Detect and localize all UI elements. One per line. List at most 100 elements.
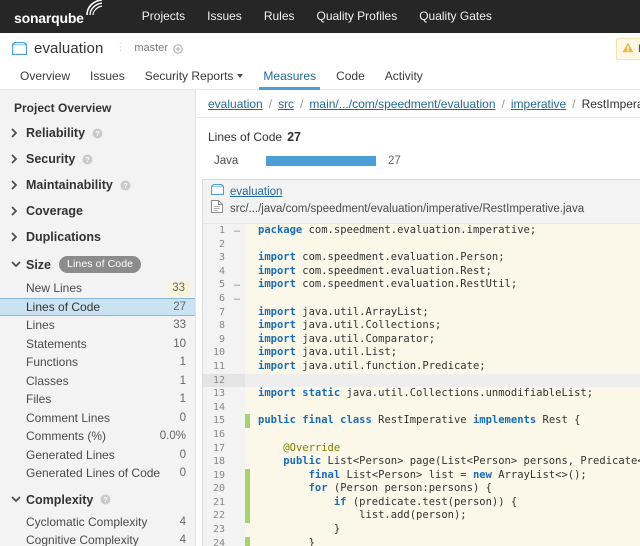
code-line[interactable]: 8import java.util.Collections; <box>203 319 640 333</box>
sonarqube-logo[interactable]: sonarqube <box>14 7 105 26</box>
code-line[interactable]: 3import com.speedment.evaluation.Person; <box>203 251 640 265</box>
line-number[interactable]: 10 <box>203 346 229 360</box>
nav-item-quality-profiles[interactable]: Quality Profiles <box>306 0 409 33</box>
help-icon[interactable]: ? <box>100 494 111 505</box>
nav-item-quality-gates[interactable]: Quality Gates <box>408 0 503 33</box>
line-number[interactable]: 9 <box>203 333 229 347</box>
breadcrumb-item-src[interactable]: src <box>278 97 294 111</box>
line-number[interactable]: 3 <box>203 251 229 265</box>
sidebar-group-coverage[interactable]: Coverage <box>0 198 195 224</box>
sidebar-item-lines[interactable]: Lines 33 <box>0 316 195 335</box>
breadcrumb-item-evaluation[interactable]: evaluation <box>208 97 263 111</box>
code-line[interactable]: 19 final List<Person> list = new ArrayLi… <box>203 469 640 483</box>
tab-activity[interactable]: Activity <box>375 69 433 89</box>
code-line[interactable]: 2 <box>203 238 640 252</box>
branch-icon[interactable] <box>173 43 183 53</box>
sidebar-item-generated-lines-of-code[interactable]: Generated Lines of Code 0 <box>0 464 195 483</box>
sidebar-item-classes[interactable]: Classes 1 <box>0 372 195 391</box>
code-line[interactable]: 21 if (predicate.test(person)) { <box>203 496 640 510</box>
sidebar-item-files[interactable]: Files 1 <box>0 390 195 409</box>
nav-item-issues[interactable]: Issues <box>196 0 253 33</box>
line-number[interactable]: 17 <box>203 442 229 456</box>
sidebar-item-lines-of-code[interactable]: Lines of Code 27 <box>0 298 195 317</box>
code-line[interactable]: 10import java.util.List; <box>203 346 640 360</box>
status-badge[interactable]: L <box>616 38 640 60</box>
scm-ellipsis-icon[interactable]: … <box>229 278 245 292</box>
sidebar-item-statements[interactable]: Statements 10 <box>0 335 195 354</box>
sidebar-item-cognitive-complexity[interactable]: Cognitive Complexity 4 <box>0 531 195 546</box>
nav-item-projects[interactable]: Projects <box>131 0 196 33</box>
line-number[interactable]: 16 <box>203 428 229 442</box>
tab-overview[interactable]: Overview <box>10 69 80 89</box>
sidebar-item-functions[interactable]: Functions 1 <box>0 353 195 372</box>
line-number[interactable]: 8 <box>203 319 229 333</box>
code-line[interactable]: 18 public List<Person> page(List<Person>… <box>203 455 640 469</box>
code-line[interactable]: 13import static java.util.Collections.un… <box>203 387 640 401</box>
sidebar-group-complexity[interactable]: Complexity ? <box>0 483 195 513</box>
sidebar-item-cyclomatic-complexity[interactable]: Cyclomatic Complexity 4 <box>0 513 195 532</box>
line-number[interactable]: 23 <box>203 523 229 537</box>
tab-security-reports[interactable]: Security Reports <box>135 69 254 89</box>
code-line[interactable]: 1…package com.speedment.evaluation.imper… <box>203 224 640 238</box>
sidebar-item-comments-percent[interactable]: Comments (%) 0.0% <box>0 427 195 446</box>
nav-item-rules[interactable]: Rules <box>253 0 306 33</box>
sidebar-group-reliability[interactable]: Reliability ? <box>0 120 195 146</box>
code-line[interactable]: 14 <box>203 401 640 415</box>
breadcrumb-item-imperative[interactable]: imperative <box>511 97 566 111</box>
code-line[interactable]: 16 <box>203 428 640 442</box>
sidebar-item-comment-lines[interactable]: Comment Lines 0 <box>0 409 195 428</box>
line-number[interactable]: 21 <box>203 496 229 510</box>
line-number[interactable]: 4 <box>203 265 229 279</box>
line-number[interactable]: 24 <box>203 537 229 546</box>
project-name[interactable]: evaluation <box>34 40 103 57</box>
source-project-link[interactable]: evaluation <box>230 185 282 200</box>
line-number[interactable]: 14 <box>203 401 229 415</box>
code-line[interactable]: 22 list.add(person); <box>203 509 640 523</box>
help-icon[interactable]: ? <box>82 154 93 165</box>
line-number[interactable]: 20 <box>203 482 229 496</box>
code-line[interactable]: 7import java.util.ArrayList; <box>203 306 640 320</box>
scm-ellipsis-icon[interactable]: … <box>229 224 245 238</box>
tab-measures[interactable]: Measures <box>253 69 326 89</box>
sidebar-group-duplications[interactable]: Duplications <box>0 224 195 250</box>
tab-issues[interactable]: Issues <box>80 69 135 89</box>
code-line[interactable]: 9import java.util.Comparator; <box>203 333 640 347</box>
line-number[interactable]: 13 <box>203 387 229 401</box>
line-number[interactable]: 22 <box>203 509 229 523</box>
source-file-path[interactable]: src/.../java/com/speedment/evaluation/im… <box>230 202 584 217</box>
sidebar-group-size[interactable]: Size Lines of Code <box>0 250 195 279</box>
code-line[interactable]: 23 } <box>203 523 640 537</box>
tab-code[interactable]: Code <box>326 69 375 89</box>
sidebar-title[interactable]: Project Overview <box>0 98 195 120</box>
code-line[interactable]: 20 for (Person person:persons) { <box>203 482 640 496</box>
line-number[interactable]: 19 <box>203 469 229 483</box>
code-line[interactable]: 17 @Override <box>203 442 640 456</box>
code-line[interactable]: 11import java.util.function.Predicate; <box>203 360 640 374</box>
code-line[interactable]: 4import com.speedment.evaluation.Rest; <box>203 265 640 279</box>
code-line[interactable]: 12 <box>203 374 640 388</box>
sidebar-group-security[interactable]: Security ? <box>0 146 195 172</box>
sidebar-item-new-lines[interactable]: New Lines 33 <box>0 279 195 298</box>
code-line[interactable]: 15public final class RestImperative impl… <box>203 414 640 428</box>
breadcrumb-item-main-path[interactable]: main/.../com/speedment/evaluation <box>309 97 495 111</box>
line-number[interactable]: 7 <box>203 306 229 320</box>
line-number[interactable]: 11 <box>203 360 229 374</box>
branch-name[interactable]: master <box>134 42 168 54</box>
sidebar-group-maintainability[interactable]: Maintainability ? <box>0 172 195 198</box>
scm-ellipsis-icon[interactable]: … <box>229 292 245 306</box>
code-line[interactable]: 24 } <box>203 537 640 546</box>
code-line[interactable]: 5…import com.speedment.evaluation.RestUt… <box>203 278 640 292</box>
line-number[interactable]: 1 <box>203 224 229 238</box>
help-icon[interactable]: ? <box>92 128 103 139</box>
line-number[interactable]: 2 <box>203 238 229 252</box>
sidebar-item-generated-lines[interactable]: Generated Lines 0 <box>0 446 195 465</box>
line-number[interactable]: 18 <box>203 455 229 469</box>
chevron-right-icon <box>11 154 21 164</box>
line-number[interactable]: 6 <box>203 292 229 306</box>
line-number[interactable]: 15 <box>203 414 229 428</box>
line-number[interactable]: 12 <box>203 374 229 388</box>
code-line[interactable]: 6… <box>203 292 640 306</box>
help-icon[interactable]: ? <box>120 180 131 191</box>
line-number[interactable]: 5 <box>203 278 229 292</box>
code-lines-container[interactable]: 1…package com.speedment.evaluation.imper… <box>203 224 640 546</box>
